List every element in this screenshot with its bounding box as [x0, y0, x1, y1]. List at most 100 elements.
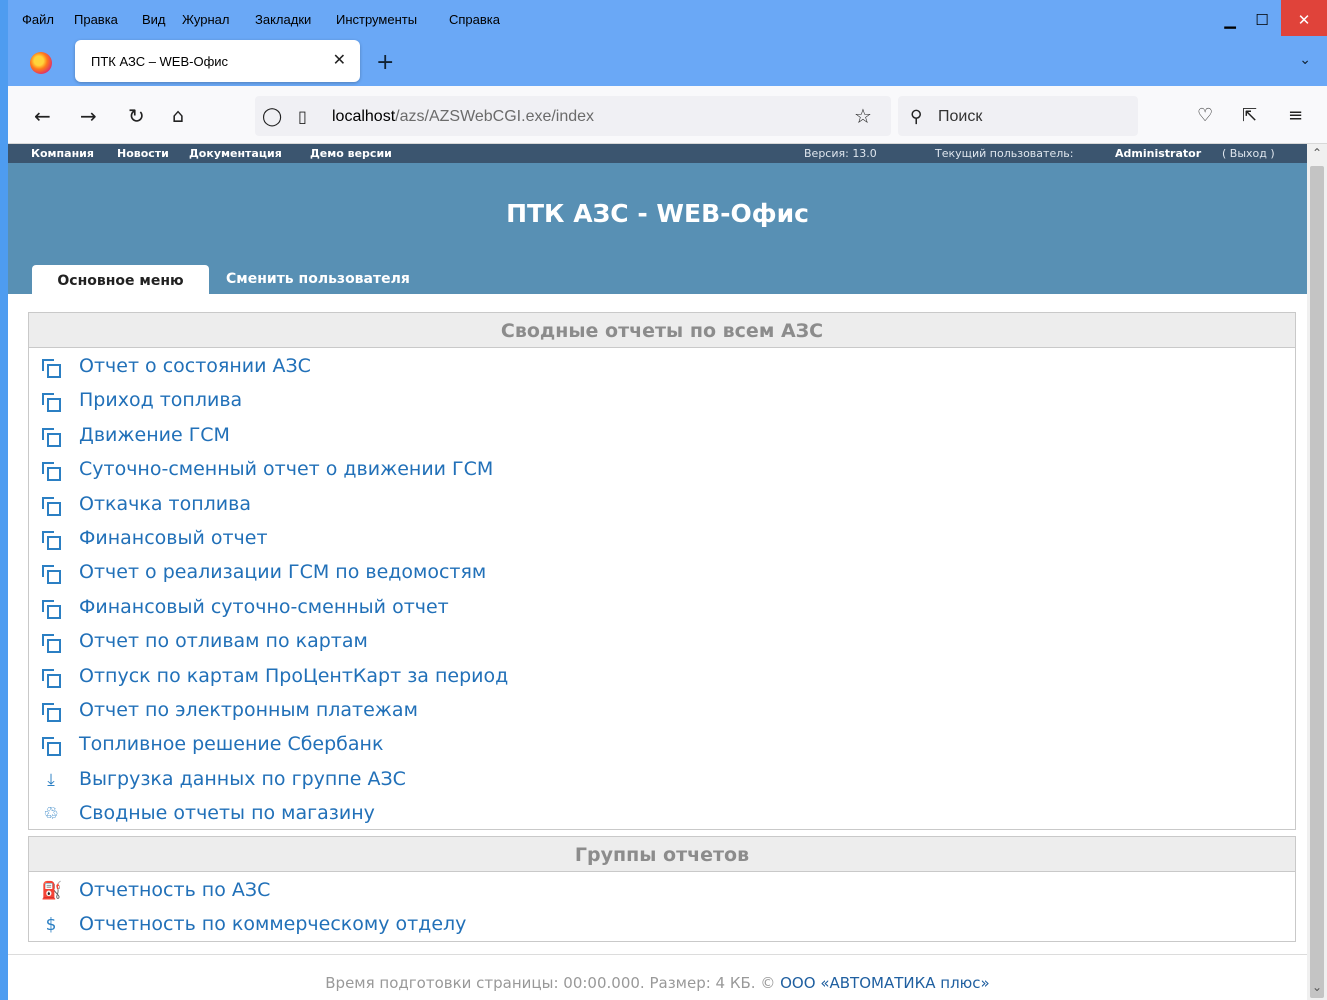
list-item[interactable]: ⛽ Отчетность по АЗС: [29, 874, 1295, 908]
report-groups-section: Группы отчетов ⛽ Отчетность по АЗС $ Отчет…: [28, 836, 1296, 942]
bookmark-star-icon[interactable]: ☆: [854, 106, 872, 126]
list-item[interactable]: Отчет по отливам по картам: [29, 625, 1295, 659]
report-link[interactable]: Отпуск по картам ПроЦентКарт за период: [79, 665, 508, 687]
report-link[interactable]: Отчет о состоянии АЗС: [79, 355, 311, 377]
link-news[interactable]: Новости: [117, 147, 169, 160]
list-item[interactable]: Финансовый суточно-сменный отчет: [29, 591, 1295, 625]
link-docs[interactable]: Документация: [189, 147, 282, 160]
copy-icon: [42, 634, 61, 654]
report-link[interactable]: Финансовый суточно-сменный отчет: [79, 596, 449, 618]
home-icon[interactable]: ⌂: [172, 106, 184, 126]
footer-text: Время подготовки страницы: 00:00.000. Ра…: [325, 974, 776, 992]
group-link[interactable]: Отчетность по АЗС: [79, 879, 270, 901]
list-item[interactable]: Приход топлива: [29, 384, 1295, 418]
copy-icon: [42, 359, 61, 378]
list-item[interactable]: Отчет о состоянии АЗС: [29, 350, 1295, 384]
dollar-circle-icon: $: [45, 915, 57, 936]
search-box[interactable]: [898, 96, 1138, 136]
report-link[interactable]: Приход топлива: [79, 389, 242, 411]
report-link[interactable]: Топливное решение Сбербанк: [79, 733, 383, 755]
user-name: Administrator: [1115, 147, 1202, 160]
tab-switch-user[interactable]: Сменить пользователя: [226, 271, 410, 287]
page-title: ПТК АЗС - WEB-Офис: [506, 199, 809, 228]
scrollbar-thumb[interactable]: [1310, 166, 1324, 998]
reload-icon[interactable]: ↻: [128, 106, 145, 126]
fuel-pump-icon: ⛽: [41, 881, 63, 901]
list-item[interactable]: Откачка топлива: [29, 488, 1295, 522]
list-item[interactable]: Движение ГСМ: [29, 419, 1295, 453]
menubar: Файл Правка Вид Журнал Закладки Инструме…: [8, 0, 1327, 42]
copy-icon: [42, 702, 61, 722]
list-item[interactable]: Отчет по электронным платежам: [29, 694, 1295, 728]
scroll-down-icon[interactable]: ⌄: [1307, 980, 1327, 994]
back-icon[interactable]: ←: [34, 106, 51, 126]
menu-history[interactable]: Журнал: [182, 12, 229, 27]
report-link[interactable]: Отчет по отливам по картам: [79, 630, 368, 652]
copy-icon: [42, 496, 61, 516]
report-link[interactable]: Отчет по электронным платежам: [79, 699, 418, 721]
shield-icon[interactable]: ◯: [262, 107, 282, 127]
page-icon[interactable]: ▯: [298, 107, 307, 127]
menu-help[interactable]: Справка: [449, 12, 500, 27]
search-input[interactable]: Поиск: [938, 108, 982, 126]
list-item[interactable]: Топливное решение Сбербанк: [29, 728, 1295, 762]
url-text[interactable]: localhost/azs/AZSWebCGI.exe/index: [332, 108, 594, 126]
version-label: Версия: 13.0: [804, 147, 877, 160]
new-tab-icon[interactable]: +: [376, 50, 394, 75]
copy-icon: [42, 393, 61, 413]
list-item[interactable]: Суточно-сменный отчет о движении ГСМ: [29, 453, 1295, 487]
search-icon: ⚲: [910, 107, 923, 127]
link-company[interactable]: Компания: [31, 147, 94, 160]
firefox-logo-icon[interactable]: [30, 52, 52, 74]
user-prefix: Текущий пользователь:: [935, 147, 1074, 160]
link-demo[interactable]: Демо версии: [310, 147, 392, 160]
report-link[interactable]: Движение ГСМ: [79, 424, 230, 446]
list-item[interactable]: ♲ Сводные отчеты по магазину: [29, 797, 1295, 831]
menu-view[interactable]: Вид: [142, 12, 166, 27]
tab-main-menu[interactable]: Основное меню: [32, 265, 209, 295]
report-link[interactable]: Финансовый отчет: [79, 527, 268, 549]
report-link[interactable]: Отчет о реализации ГСМ по ведомостям: [79, 561, 486, 583]
group-link[interactable]: Отчетность по коммерческому отделу: [79, 913, 466, 935]
list-item[interactable]: Отпуск по картам ПроЦентКарт за период: [29, 660, 1295, 694]
page-content: Компания Новости Документация Демо верси…: [8, 144, 1307, 1000]
tab-title: ПТК АЗС – WEB-Офис: [91, 54, 229, 69]
browser-window: Файл Правка Вид Журнал Закладки Инструме…: [8, 0, 1327, 1000]
hamburger-menu-icon[interactable]: ≡: [1288, 106, 1303, 126]
chevron-down-icon[interactable]: ⌄: [1299, 52, 1311, 68]
logout-link[interactable]: ( Выход ): [1222, 147, 1275, 160]
scroll-up-icon[interactable]: ⌃: [1307, 146, 1327, 160]
list-item[interactable]: Отчет о реализации ГСМ по ведомостям: [29, 556, 1295, 590]
maximize-icon[interactable]: ☐: [1239, 0, 1285, 36]
copy-icon: [42, 599, 61, 619]
site-topbar: Компания Новости Документация Демо верси…: [8, 144, 1307, 163]
copy-icon: [42, 427, 61, 447]
page-footer: Время подготовки страницы: 00:00.000. Ра…: [8, 954, 1307, 1000]
forward-icon[interactable]: →: [80, 106, 97, 126]
pocket-icon[interactable]: ♡: [1197, 106, 1213, 126]
menu-file[interactable]: Файл: [22, 12, 54, 27]
download-icon: ⤓: [47, 769, 55, 790]
summary-reports-section: Сводные отчеты по всем АЗС Отчет о состо…: [28, 312, 1296, 830]
site-header: ПТК АЗС - WEB-Офис Основное меню Сменить…: [8, 163, 1307, 295]
company-link[interactable]: ООО «АВТОМАТИКА плюс»: [780, 974, 990, 992]
close-window-icon[interactable]: ✕: [1281, 0, 1327, 36]
recycle-icon: ♲: [43, 804, 59, 825]
menu-bookmarks[interactable]: Закладки: [255, 12, 311, 27]
close-icon[interactable]: ✕: [333, 50, 346, 69]
report-link[interactable]: Выгрузка данных по группе АЗС: [79, 768, 406, 790]
list-item[interactable]: Финансовый отчет: [29, 522, 1295, 556]
menu-tools[interactable]: Инструменты: [336, 12, 417, 27]
scrollbar[interactable]: ⌃ ⌄: [1307, 144, 1327, 1000]
menu-edit[interactable]: Правка: [74, 12, 118, 27]
report-link[interactable]: Суточно-сменный отчет о движении ГСМ: [79, 458, 493, 480]
copy-icon: [42, 530, 61, 550]
share-icon[interactable]: ⇱: [1242, 106, 1257, 126]
copy-icon: [42, 737, 61, 757]
list-item[interactable]: $ Отчетность по коммерческому отделу: [29, 908, 1295, 942]
copy-icon: [42, 668, 61, 688]
report-link[interactable]: Сводные отчеты по магазину: [79, 802, 375, 824]
list-item[interactable]: ⤓ Выгрузка данных по группе АЗС: [29, 763, 1295, 797]
browser-tab[interactable]: ПТК АЗС – WEB-Офис ✕: [75, 40, 360, 82]
report-link[interactable]: Откачка топлива: [79, 493, 251, 515]
